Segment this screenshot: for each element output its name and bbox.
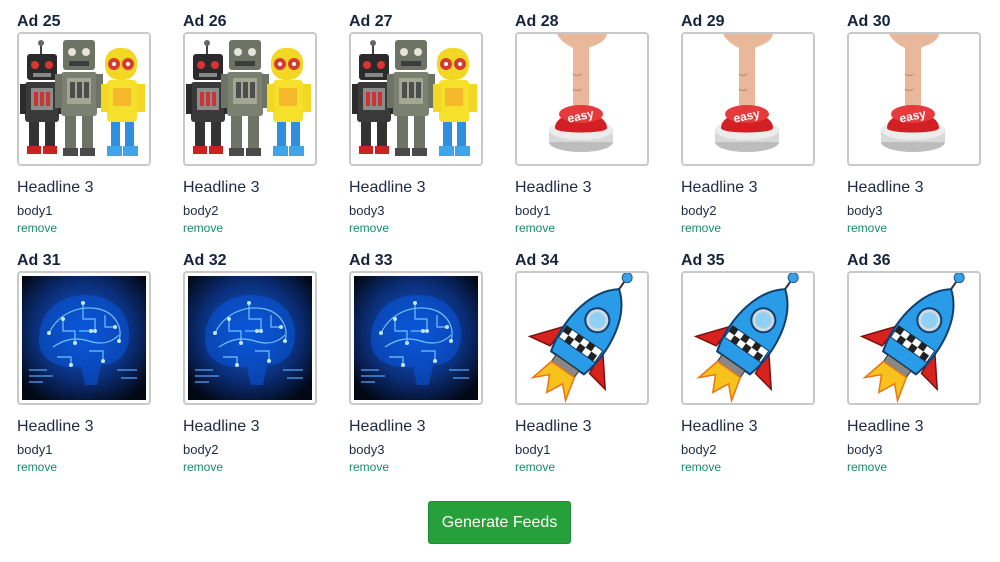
ad-card: Ad 32 Headline 3 body2 remove — [183, 251, 317, 475]
ad-title: Ad 28 — [515, 13, 559, 30]
remove-link[interactable]: remove — [17, 459, 151, 475]
remove-link[interactable]: remove — [681, 459, 815, 475]
ad-body: body1 — [17, 203, 53, 218]
ad-card: Ad 29 easy Headline 3 body2 remove — [681, 12, 815, 236]
rocket-image — [847, 271, 981, 405]
ad-headline: Headline 3 — [515, 179, 592, 196]
ad-title: Ad 32 — [183, 252, 227, 269]
ad-title: Ad 29 — [681, 13, 725, 30]
ad-card: Ad 36 Headline 3 body3 remove — [847, 251, 981, 475]
rocket-image — [515, 271, 649, 405]
easy-button-image: easy — [847, 32, 981, 166]
ad-card: Ad 30 easy Headline 3 body3 remove — [847, 12, 981, 236]
ad-headline: Headline 3 — [183, 418, 260, 435]
ad-headline: Headline 3 — [349, 418, 426, 435]
circuit-brain-image — [17, 271, 151, 405]
ad-title: Ad 33 — [349, 252, 393, 269]
rocket-image — [681, 271, 815, 405]
ad-headline: Headline 3 — [349, 179, 426, 196]
ad-body: body1 — [515, 203, 551, 218]
ad-card: Ad 31 Headline 3 body1 remove — [17, 251, 151, 475]
remove-link[interactable]: remove — [183, 459, 317, 475]
ad-title: Ad 27 — [349, 13, 393, 30]
ad-body: body1 — [515, 442, 551, 457]
ad-body: body2 — [183, 442, 219, 457]
remove-link[interactable]: remove — [17, 220, 151, 236]
ad-headline: Headline 3 — [515, 418, 592, 435]
ad-card: Ad 25 Headline 3 body1 remove — [17, 12, 151, 236]
remove-link[interactable]: remove — [349, 220, 483, 236]
easy-button-image: easy — [681, 32, 815, 166]
ad-body: body2 — [183, 203, 219, 218]
ad-title: Ad 34 — [515, 252, 559, 269]
ad-title: Ad 36 — [847, 252, 891, 269]
ad-title: Ad 25 — [17, 13, 61, 30]
ad-body: body3 — [847, 442, 883, 457]
ad-headline: Headline 3 — [681, 418, 758, 435]
circuit-brain-image — [349, 271, 483, 405]
ad-body: body1 — [17, 442, 53, 457]
ad-title: Ad 35 — [681, 252, 725, 269]
robots-image — [183, 32, 317, 166]
remove-link[interactable]: remove — [847, 220, 981, 236]
ad-title: Ad 30 — [847, 13, 891, 30]
ad-body: body3 — [349, 203, 385, 218]
ad-body: body2 — [681, 203, 717, 218]
remove-link[interactable]: remove — [681, 220, 815, 236]
circuit-brain-image — [183, 271, 317, 405]
ad-card: Ad 28 easy Headline 3 body1 remove — [515, 12, 649, 236]
ad-headline: Headline 3 — [17, 179, 94, 196]
ad-headline: Headline 3 — [847, 179, 924, 196]
ad-grid: Ad 25 Headline 3 body1 remove Ad 26 Head… — [17, 12, 981, 475]
remove-link[interactable]: remove — [515, 220, 649, 236]
ad-body: body3 — [847, 203, 883, 218]
generate-feeds-button[interactable]: Generate Feeds — [428, 501, 571, 544]
remove-link[interactable]: remove — [515, 459, 649, 475]
ad-card: Ad 35 Headline 3 body2 remove — [681, 251, 815, 475]
ad-headline: Headline 3 — [847, 418, 924, 435]
robots-image — [17, 32, 151, 166]
ad-card: Ad 27 Headline 3 body3 remove — [349, 12, 483, 236]
remove-link[interactable]: remove — [847, 459, 981, 475]
ad-title: Ad 26 — [183, 13, 227, 30]
ad-card: Ad 26 Headline 3 body2 remove — [183, 12, 317, 236]
ad-headline: Headline 3 — [17, 418, 94, 435]
ad-headline: Headline 3 — [183, 179, 260, 196]
ad-card: Ad 34 Headline 3 body1 remove — [515, 251, 649, 475]
ad-title: Ad 31 — [17, 252, 61, 269]
ad-body: body2 — [681, 442, 717, 457]
ad-headline: Headline 3 — [681, 179, 758, 196]
easy-button-image: easy — [515, 32, 649, 166]
remove-link[interactable]: remove — [183, 220, 317, 236]
ad-body: body3 — [349, 442, 385, 457]
ad-card: Ad 33 Headline 3 body3 remove — [349, 251, 483, 475]
remove-link[interactable]: remove — [349, 459, 483, 475]
robots-image — [349, 32, 483, 166]
